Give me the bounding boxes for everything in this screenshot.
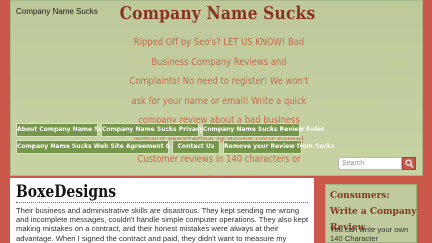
nav-about[interactable]: About Company Name Sucks	[16, 123, 114, 137]
search-input[interactable]: Search	[338, 157, 402, 170]
site-title[interactable]: Company Name Sucks	[40, 3, 395, 24]
nav-remove-review[interactable]: Remove your Review from Sucks	[223, 140, 335, 154]
search-button[interactable]	[402, 157, 416, 170]
site-tagline: Ripped Off by Seo's? LET US KNOW! Bad Bu…	[129, 37, 309, 185]
post-title[interactable]: BoxeDesigns	[16, 182, 116, 202]
sidebar-widget: Consumers: Write a Company Review You ca…	[325, 184, 417, 243]
sidebar-body: You can write your own 140 Character	[330, 225, 409, 243]
nav-terms-of-use[interactable]: Company Name Sucks Web Site Agreement & …	[16, 140, 216, 154]
title-divider	[16, 202, 308, 203]
nav-privacy-policy[interactable]: Company Name Sucks Privacy Policy	[101, 123, 226, 137]
site-header: Company Name Sucks Company Name Sucks Ri…	[10, 0, 423, 185]
nav-review-rules[interactable]: Company Name Sucks Review Rules	[202, 123, 325, 137]
main-content: BoxeDesigns Their business and administr…	[10, 178, 314, 243]
search-icon	[405, 159, 414, 169]
nav-contact-us[interactable]: Contact Us	[172, 140, 220, 154]
post-body: Their business and administrative skills…	[16, 206, 309, 243]
